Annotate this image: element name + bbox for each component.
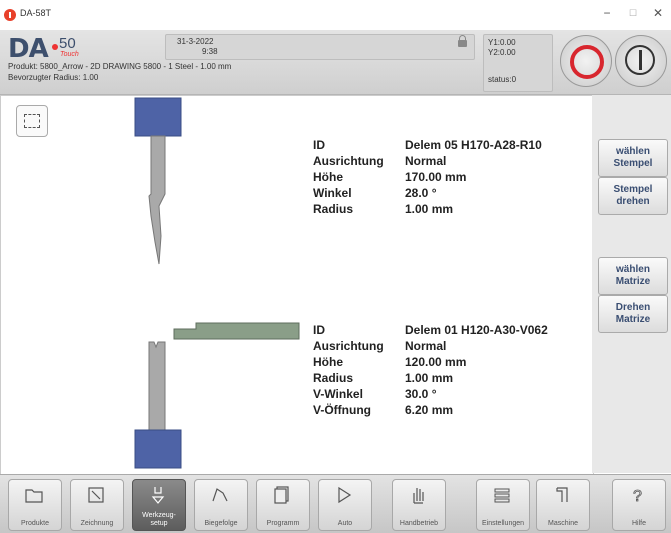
help-icon: ? — [628, 485, 648, 506]
tab-help-label: Hilfe — [631, 520, 646, 527]
tab-auto[interactable]: Auto — [318, 479, 372, 531]
logo-dot — [52, 44, 58, 50]
die-vopening-label: V-Öffnung — [313, 403, 371, 417]
punch-id-value: Delem 05 H170-A28-R10 — [405, 138, 542, 152]
die-orientation-value: Normal — [405, 339, 447, 353]
bend-icon — [210, 485, 230, 505]
upper-beam — [134, 97, 182, 137]
punch-radius-value: 1.00 mm — [405, 202, 454, 216]
window-title: DA-58T — [20, 8, 52, 18]
bottom-nav: Produkte Zeichnung Werkzeug- setup Biege… — [0, 474, 671, 533]
punch-angle-label: Winkel — [313, 186, 352, 200]
settings-list-icon — [492, 485, 512, 505]
minimize-button[interactable]: − — [599, 6, 615, 20]
start-button[interactable] — [615, 35, 667, 87]
punch-tool — [148, 135, 166, 265]
tab-manual-label: Handbetrieb — [399, 520, 439, 527]
start-icon-bar — [639, 50, 642, 70]
tab-bend-sequence[interactable]: Biegefolge — [194, 479, 248, 531]
die-id-label: ID — [313, 323, 325, 337]
svg-text:?: ? — [633, 488, 642, 505]
product-info: Produkt: 5800_Arrow - 2D DRAWING 5800 - … — [8, 62, 232, 71]
tab-bend-sequence-label: Biegefolge — [204, 520, 238, 527]
close-button[interactable]: ✕ — [650, 6, 666, 20]
sheet-metal — [173, 322, 300, 340]
die-radius-value: 1.00 mm — [405, 371, 454, 385]
pencil-icon — [86, 485, 106, 505]
die-height-label: Höhe — [313, 355, 343, 369]
die-vangle-label: V-Winkel — [313, 387, 363, 401]
punch-height-value: 170.00 mm — [405, 170, 467, 184]
machine-icon — [552, 485, 572, 505]
date: 31-3-2022 — [177, 37, 214, 46]
rotate-die-button[interactable]: Drehen Matrize — [598, 295, 668, 333]
die-vangle-value: 30.0 ° — [405, 387, 437, 401]
stop-button[interactable] — [560, 35, 612, 87]
die-radius-label: Radius — [313, 371, 354, 385]
lock-icon[interactable] — [458, 35, 467, 47]
die-orientation-label: Ausrichtung — [313, 339, 384, 353]
maximize-button[interactable]: ☐ — [625, 8, 641, 19]
tab-tool-setup[interactable]: Werkzeug- setup — [132, 479, 186, 531]
time: 9:38 — [202, 47, 218, 56]
y2-value: Y2:0.00 — [488, 48, 516, 57]
tab-settings-label: Einstellungen — [481, 520, 525, 527]
radius-info: Bevorzugter Radius: 1.00 — [8, 73, 99, 82]
die-vopening-value: 6.20 mm — [405, 403, 454, 417]
logo-touch: Touch — [60, 51, 79, 58]
hand-icon — [408, 485, 428, 505]
tab-tool-setup-label: Werkzeug- setup — [142, 512, 176, 527]
tab-machine[interactable]: Maschine — [536, 479, 590, 531]
tab-settings[interactable]: Einstellungen — [476, 479, 530, 531]
tab-machine-label: Maschine — [548, 520, 578, 527]
zoom-fit-icon[interactable] — [16, 105, 48, 137]
tab-program[interactable]: Programm — [256, 479, 310, 531]
status-value: status:0 — [488, 75, 517, 84]
die-tool — [148, 341, 166, 431]
punch-id-label: ID — [313, 138, 325, 152]
play-icon — [334, 485, 354, 505]
die-height-value: 120.00 mm — [405, 355, 467, 369]
folder-icon — [24, 485, 44, 505]
stop-icon — [570, 45, 604, 79]
tab-help[interactable]: ? Hilfe — [612, 479, 666, 531]
select-die-button[interactable]: wählen Matrize — [598, 257, 668, 295]
punch-height-label: Höhe — [313, 170, 343, 184]
tab-drawing[interactable]: Zeichnung — [70, 479, 124, 531]
lower-beam — [134, 429, 182, 469]
select-punch-label: wählen Stempel — [613, 146, 653, 169]
punch-angle-value: 28.0 ° — [405, 186, 437, 200]
punch-radius-label: Radius — [313, 202, 354, 216]
tool-setup-view: ID Delem 05 H170-A28-R10 Ausrichtung Norma… — [0, 95, 594, 475]
rotate-die-label: Drehen Matrize — [615, 302, 651, 325]
window-titlebar: DA-58T − ☐ ✕ — [0, 0, 671, 31]
tab-products[interactable]: Produkte — [8, 479, 62, 531]
tab-drawing-label: Zeichnung — [80, 520, 114, 527]
rotate-punch-button[interactable]: Stempel drehen — [598, 177, 668, 215]
tool-icon — [148, 485, 168, 505]
punch-info: ID Delem 05 H170-A28-R10 Ausrichtung Norma… — [313, 137, 542, 217]
tab-manual[interactable]: Handbetrieb — [392, 479, 446, 531]
select-die-label: wählen Matrize — [615, 264, 651, 287]
die-id-value: Delem 01 H120-A30-V062 — [405, 323, 548, 337]
program-icon — [272, 485, 292, 505]
app-icon — [4, 9, 16, 21]
punch-orientation-label: Ausrichtung — [313, 154, 384, 168]
tab-auto-label: Auto — [337, 520, 353, 527]
logo: DA — [8, 34, 49, 64]
tab-products-label: Produkte — [20, 520, 50, 527]
logo-number: 50 — [59, 35, 76, 52]
header: DA 50 Touch 31-3-2022 9:38 Produkt: 5800… — [0, 30, 671, 95]
rotate-punch-label: Stempel drehen — [613, 184, 653, 207]
punch-orientation-value: Normal — [405, 154, 447, 168]
datetime-box: 31-3-2022 9:38 — [165, 34, 475, 60]
side-softkeys: wählen Stempel Stempel drehen wählen Mat… — [592, 95, 671, 473]
die-info: ID Delem 01 H120-A30-V062 Ausrichtung Norm… — [313, 322, 548, 418]
y1-value: Y1:0.00 — [488, 38, 516, 47]
tab-program-label: Programm — [266, 520, 300, 527]
select-punch-button[interactable]: wählen Stempel — [598, 139, 668, 177]
axis-status-box: Y1:0.00 Y2:0.00 status:0 — [483, 34, 553, 92]
